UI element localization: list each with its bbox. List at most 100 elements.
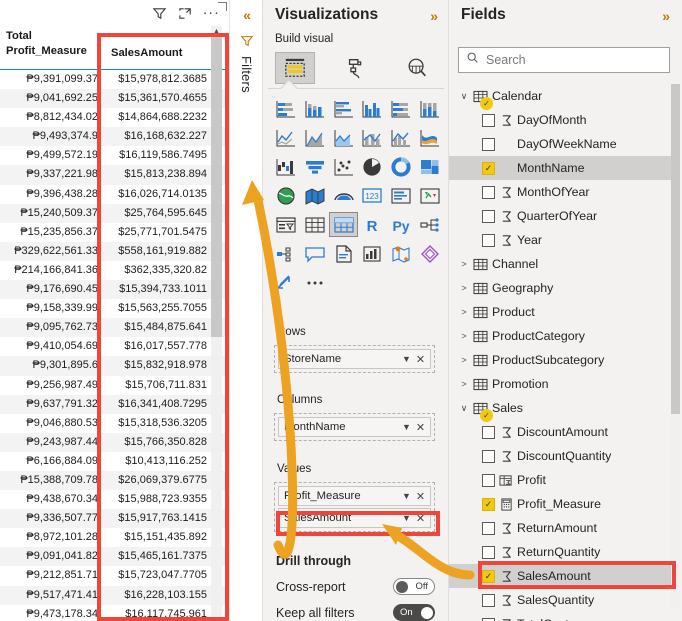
table-row[interactable]: ₱9,041,692.25 $15,361,570.4655 (0, 89, 229, 109)
table-row[interactable]: ₱9,517,471.41 $16,228,103.155 (0, 585, 229, 605)
field-table-product[interactable]: > Product (449, 300, 675, 324)
field-item-discountquantity[interactable]: DiscountQuantity (449, 444, 675, 468)
expand-visualizations-icon[interactable]: » (430, 8, 438, 24)
field-checkbox[interactable] (482, 113, 495, 127)
filter-icon[interactable] (240, 34, 254, 53)
keep-all-filters-toggle[interactable]: On (393, 604, 435, 621)
table-row[interactable]: ₱9,473,178.34 $16,117,745.961 (0, 605, 229, 621)
scatter-chart-icon[interactable] (329, 154, 358, 179)
field-chip-monthname[interactable]: MonthName ▼ ✕ (278, 417, 431, 437)
search-input[interactable]: Search (458, 47, 670, 73)
field-item-monthofyear[interactable]: MonthOfYear (449, 180, 675, 204)
funnel-chart-icon[interactable] (301, 154, 330, 179)
pie-chart-icon[interactable] (358, 154, 387, 179)
table-row[interactable]: ₱9,091,041.82 $15,465,161.7375 (0, 547, 229, 567)
filter-icon[interactable] (151, 5, 168, 22)
field-item-year[interactable]: Year (449, 228, 675, 252)
q-and-a-icon[interactable] (301, 241, 330, 266)
field-checkbox[interactable] (482, 233, 495, 247)
collapse-filters-icon[interactable]: « (238, 6, 256, 24)
field-item-salesquantity[interactable]: SalesQuantity (449, 588, 675, 612)
field-checkbox[interactable]: ✓ (482, 569, 495, 583)
table-row[interactable]: ₱9,438,670.34 $15,988,723.9355 (0, 490, 229, 509)
field-chip-storename[interactable]: StoreName ▼ ✕ (278, 349, 431, 369)
field-item-dayofmonth[interactable]: DayOfMonth (449, 108, 675, 132)
stacked-area-chart-icon[interactable] (329, 125, 358, 150)
100-stacked-bar-chart-icon[interactable] (387, 96, 416, 121)
table-row[interactable]: ₱9,176,690.45 $15,394,733.1011 (0, 280, 229, 300)
azure-map-icon[interactable] (387, 241, 416, 266)
focus-mode-icon[interactable] (177, 5, 194, 22)
chevron-right-icon[interactable]: > (457, 379, 471, 389)
arcgis-map-icon[interactable] (329, 183, 358, 208)
table-row[interactable]: ₱9,256,987.49 $15,706,711.831 (0, 376, 229, 395)
table-row[interactable]: ₱9,637,791.32 $16,341,408.7295 (0, 394, 229, 414)
table-row[interactable]: ₱6,166,884.09 $10,413,116.252 (0, 452, 229, 471)
field-item-quarterofyear[interactable]: QuarterOfYear (449, 204, 675, 228)
scroll-up-arrow[interactable]: ▲ (211, 26, 222, 37)
table-row[interactable]: ₱9,396,438.28 $16,026,714.0135 (0, 185, 229, 204)
table-row[interactable]: ₱9,212,851.71 $15,723,047.7705 (0, 566, 229, 585)
fields-vertical-scrollbar[interactable] (671, 84, 680, 608)
field-item-returnamount[interactable]: ReturnAmount (449, 516, 675, 540)
key-influencers-icon[interactable] (272, 241, 301, 266)
table-row[interactable]: ₱15,388,709.78 $26,069,379.6775 (0, 470, 229, 491)
column-header-salesamount[interactable]: SalesAmount (103, 26, 215, 59)
field-table-sales[interactable]: ∨ ✓ Sales (449, 396, 675, 422)
r-script-visual-icon[interactable]: R (358, 212, 387, 237)
field-table-channel[interactable]: > Channel (449, 252, 675, 276)
decomposition-tree-icon[interactable] (415, 212, 444, 237)
filters-pane-collapsed[interactable]: « Filters (229, 0, 262, 621)
field-table-productsubcategory[interactable]: > ProductSubcategory (449, 348, 675, 372)
field-checkbox[interactable] (482, 185, 495, 199)
well-columns[interactable]: MonthName ▼ ✕ (274, 413, 435, 441)
chevron-right-icon[interactable]: > (457, 331, 471, 341)
donut-chart-icon[interactable] (387, 154, 416, 179)
table-row[interactable]: ₱9,046,880.53 $15,318,536.3205 (0, 414, 229, 433)
clustered-column-chart-icon[interactable] (358, 96, 387, 121)
table-row[interactable]: ₱9,336,507.77 $15,917,763.1415 (0, 509, 229, 529)
stacked-bar-chart-icon[interactable] (272, 96, 301, 121)
chevron-down-icon[interactable]: ▼ (399, 354, 414, 364)
field-checkbox[interactable] (482, 137, 495, 151)
slicer-icon[interactable] (272, 212, 301, 237)
ribbon-chart-icon[interactable] (415, 125, 444, 150)
field-table-geography[interactable]: > Geography (449, 276, 675, 300)
field-item-monthname[interactable]: ✓ MonthName (449, 156, 675, 180)
clustered-bar-chart-icon[interactable] (329, 96, 358, 121)
table-row[interactable]: ₱9,158,339.99 $15,563,255.7055 (0, 299, 229, 318)
field-table-promotion[interactable]: > Promotion (449, 372, 675, 396)
chevron-right-icon[interactable]: > (457, 259, 471, 269)
table-row[interactable]: ₱214,166,841.36 $362,335,320.82 (0, 261, 229, 280)
field-item-returnquantity[interactable]: ReturnQuantity (449, 540, 675, 564)
treemap-icon[interactable] (415, 154, 444, 179)
chevron-down-icon[interactable]: ▼ (399, 422, 414, 432)
chevron-right-icon[interactable]: > (457, 283, 471, 293)
field-checkbox[interactable] (482, 473, 495, 487)
waterfall-chart-icon[interactable] (272, 154, 301, 179)
card-icon[interactable]: 123 (358, 183, 387, 208)
chevron-down-icon[interactable]: ▼ (399, 513, 414, 523)
table-row[interactable]: ₱9,493,374.9 $16,168,632.227 (0, 127, 229, 147)
field-checkbox[interactable] (482, 425, 495, 439)
table-row[interactable]: ₱9,410,054.69 $16,017,557.778 (0, 337, 229, 356)
remove-field-icon[interactable]: ✕ (414, 353, 427, 366)
remove-field-icon[interactable]: ✕ (414, 490, 427, 503)
matrix-visual[interactable]: Total Profit_Measure SalesAmount ₱9,391,… (0, 26, 229, 621)
table-row[interactable]: ₱15,235,856.37 $25,771,701.5475 (0, 223, 229, 242)
field-item-discountamount[interactable]: DiscountAmount (449, 420, 675, 444)
table-row[interactable]: ₱9,301,895.6 $15,832,918.978 (0, 356, 229, 376)
paginated-report-icon[interactable] (329, 241, 358, 266)
well-values[interactable]: Profit_Measure ▼ ✕ SalesAmount ▼ ✕ (274, 482, 435, 532)
power-automate-icon[interactable] (272, 270, 301, 295)
expand-fields-icon[interactable]: » (662, 8, 670, 24)
100-stacked-column-chart-icon[interactable] (415, 96, 444, 121)
field-checkbox[interactable] (482, 449, 495, 463)
build-visual-tab[interactable] (275, 52, 315, 84)
stacked-column-chart-icon[interactable] (301, 96, 330, 121)
chevron-down-icon[interactable]: ∨ (457, 91, 471, 102)
field-chip-salesamount[interactable]: SalesAmount ▼ ✕ (278, 508, 431, 528)
field-checkbox[interactable] (482, 593, 495, 607)
well-rows[interactable]: StoreName ▼ ✕ (274, 345, 435, 373)
table-icon[interactable] (301, 212, 330, 237)
